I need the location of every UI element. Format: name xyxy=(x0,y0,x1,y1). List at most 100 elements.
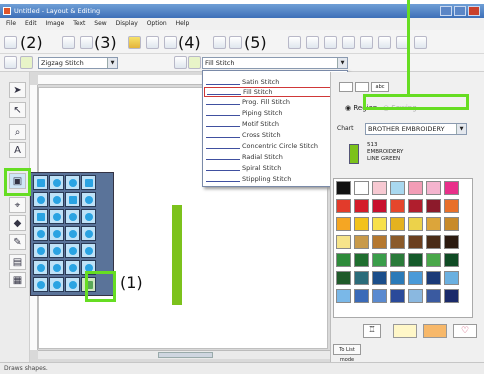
shape-square-icon[interactable] xyxy=(33,175,48,190)
color-swatch[interactable] xyxy=(426,199,441,213)
shape-badge-icon[interactable] xyxy=(81,226,96,241)
color-swatch[interactable] xyxy=(372,199,387,213)
color-shuffle-icon[interactable] xyxy=(423,324,447,338)
thread-chart-icon[interactable]: ♖ xyxy=(363,324,381,338)
shape-heart-icon[interactable] xyxy=(49,175,64,190)
color-swatch[interactable] xyxy=(444,271,459,285)
menu-item-prog-fill[interactable]: Prog. Fill Stitch xyxy=(204,98,346,108)
copy-icon[interactable] xyxy=(164,36,177,49)
close-button[interactable] xyxy=(468,6,480,16)
color-swatch[interactable] xyxy=(354,217,369,231)
shape-hexagon-icon[interactable] xyxy=(49,209,64,224)
menu-image[interactable]: Image xyxy=(46,20,65,27)
preview-icon[interactable] xyxy=(378,36,391,49)
color-swatch[interactable] xyxy=(444,217,459,231)
shape-circle-icon[interactable] xyxy=(65,175,80,190)
menu-help[interactable]: Help xyxy=(176,20,190,27)
color-swatch[interactable] xyxy=(336,271,351,285)
line-stitch-select[interactable]: Zigzag Stitch ▼ xyxy=(38,57,118,69)
color-swatch[interactable] xyxy=(408,289,423,303)
panel-tab-1[interactable] xyxy=(339,82,353,92)
shape-bubble-icon[interactable] xyxy=(81,243,96,258)
shape-drop-icon[interactable] xyxy=(49,260,64,275)
shape-moon-icon[interactable] xyxy=(33,260,48,275)
color-swatch[interactable] xyxy=(336,289,351,303)
cut-icon[interactable] xyxy=(146,36,159,49)
shape-oval-icon[interactable] xyxy=(81,209,96,224)
panel-tab-2[interactable] xyxy=(355,82,369,92)
menu-item-stippling[interactable]: Stippling Stitch xyxy=(204,175,346,185)
point-edit-tool-icon[interactable]: ↖ xyxy=(9,102,26,118)
shape-starburst-icon[interactable] xyxy=(65,277,80,292)
thread-chart-select[interactable]: BROTHER EMBROIDERY ▼ xyxy=(365,123,467,135)
color-swatch[interactable] xyxy=(390,271,405,285)
menu-sew[interactable]: Sew xyxy=(94,20,106,27)
color-swatch[interactable] xyxy=(444,253,459,267)
paint-tool-icon[interactable]: ◆ xyxy=(9,215,26,231)
color-swatch[interactable] xyxy=(444,289,459,303)
shape-star-icon[interactable] xyxy=(33,192,48,207)
wizard-icon[interactable] xyxy=(128,36,141,49)
color-swatch[interactable] xyxy=(354,181,369,195)
shape-frame-icon[interactable] xyxy=(65,243,80,258)
shape-gem-icon[interactable] xyxy=(33,277,48,292)
embroidery-shape[interactable] xyxy=(172,205,182,305)
color-swatch[interactable] xyxy=(426,217,441,231)
shape-leaf-icon[interactable] xyxy=(65,260,80,275)
color-swatch[interactable] xyxy=(336,253,351,267)
text-tool-icon[interactable]: A xyxy=(9,142,26,158)
color-swatch[interactable] xyxy=(408,235,423,249)
color-swatch[interactable] xyxy=(426,253,441,267)
region-sew-icon[interactable] xyxy=(174,56,187,69)
zoom-tool-icon[interactable]: ⌕ xyxy=(9,124,26,140)
grid-icon[interactable] xyxy=(342,36,355,49)
pencil-tool-icon[interactable]: ✎ xyxy=(9,234,26,250)
menu-item-piping[interactable]: Piping Stitch xyxy=(204,109,346,119)
eyedropper-tool-icon[interactable]: ⌖ xyxy=(9,197,26,213)
horizontal-scrollbar[interactable] xyxy=(38,350,330,359)
color-swatch[interactable] xyxy=(336,181,351,195)
color-swatch[interactable] xyxy=(408,217,423,231)
line-color-icon[interactable] xyxy=(20,56,33,69)
color-swatch[interactable] xyxy=(336,217,351,231)
shape-octagon-icon[interactable] xyxy=(81,192,96,207)
color-swatch[interactable] xyxy=(390,181,405,195)
import-image-icon[interactable] xyxy=(62,36,75,49)
menu-edit[interactable]: Edit xyxy=(25,20,37,27)
undo-icon[interactable] xyxy=(229,36,242,49)
maximize-button[interactable] xyxy=(454,6,466,16)
color-swatch[interactable] xyxy=(390,289,405,303)
color-swatch[interactable] xyxy=(372,271,387,285)
color-swatch[interactable] xyxy=(354,289,369,303)
pointer-tool-icon[interactable]: ➤ xyxy=(9,82,26,98)
line-sew-icon[interactable] xyxy=(4,56,17,69)
frame-icon[interactable] xyxy=(324,36,337,49)
bobbin-icon[interactable] xyxy=(393,324,417,338)
shape-flower-icon[interactable] xyxy=(49,192,64,207)
color-swatch[interactable] xyxy=(426,271,441,285)
photo-tool-icon[interactable]: ▦ xyxy=(9,272,26,288)
color-swatch[interactable] xyxy=(426,235,441,249)
menu-item-motif[interactable]: Motif Stitch xyxy=(204,120,346,130)
menu-item-cross[interactable]: Cross Stitch xyxy=(204,131,346,141)
color-swatch[interactable] xyxy=(390,217,405,231)
color-swatch[interactable] xyxy=(408,199,423,213)
menu-item-fill[interactable]: Fill Stitch xyxy=(204,87,346,97)
shape-plus-icon[interactable] xyxy=(81,175,96,190)
menu-display[interactable]: Display xyxy=(116,20,138,27)
shape-shield-icon[interactable] xyxy=(65,226,80,241)
color-swatch[interactable] xyxy=(336,199,351,213)
color-swatch[interactable] xyxy=(372,253,387,267)
color-swatch[interactable] xyxy=(372,217,387,231)
transfer-icon[interactable] xyxy=(414,36,427,49)
color-swatch[interactable] xyxy=(444,181,459,195)
shape-pentagon-icon[interactable] xyxy=(65,209,80,224)
color-swatch[interactable] xyxy=(372,235,387,249)
favorite-heart-icon[interactable]: ♡ xyxy=(453,324,477,338)
color-swatch[interactable] xyxy=(354,235,369,249)
arrange-icon[interactable] xyxy=(306,36,319,49)
color-swatch[interactable] xyxy=(372,181,387,195)
color-swatch[interactable] xyxy=(426,289,441,303)
trace-icon[interactable] xyxy=(80,36,93,49)
new-file-icon[interactable] xyxy=(4,36,17,49)
